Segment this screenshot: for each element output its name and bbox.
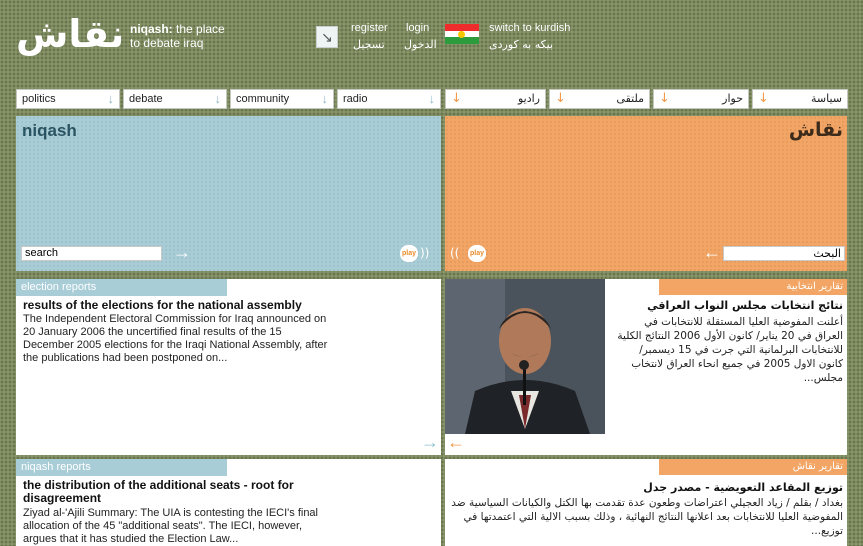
login-link-ar[interactable]: الدخول xyxy=(404,38,437,51)
switch-language-link[interactable]: switch to kurdish xyxy=(489,22,570,35)
nav-radio[interactable]: radio ↓ xyxy=(337,89,441,109)
article-summary-ar: أعلنت المفوضية العليا المستقلة للانتخابا… xyxy=(617,316,843,384)
tagline-brand: niqash: xyxy=(130,22,173,36)
arrow-down-icon: ↓ xyxy=(451,91,462,106)
tagline: niqash: the place to debate iraq xyxy=(130,22,225,50)
switch-language-link-ku[interactable]: بيكه به كوردى xyxy=(489,38,553,51)
nav-label: حوار xyxy=(722,92,743,105)
hero-panel-en: niqash search → play )) xyxy=(16,116,441,271)
nav-politics-ar[interactable]: سياسة ↓ xyxy=(752,89,848,109)
arrow-down-icon: ↓ xyxy=(428,91,436,106)
nav-debate[interactable]: debate ↓ xyxy=(123,89,227,109)
article-election-en: election reports results of the election… xyxy=(16,279,441,455)
article-summary: Ziyad al-'Ajili Summary: The UIA is cont… xyxy=(23,507,318,545)
nav-community[interactable]: community ↓ xyxy=(230,89,334,109)
article-election-ar: تقارير انتخابية نتائج انتخابات مجلس النو… xyxy=(445,279,847,455)
article-niqash-en: niqash reports the distribution of the a… xyxy=(16,459,441,546)
section-label-ar[interactable]: تقارير نقاش xyxy=(659,459,847,475)
speaker-photo xyxy=(445,279,605,434)
search-input-ar[interactable]: البحث xyxy=(723,246,845,261)
hero-panel-ar: نقاش (( play ← البحث xyxy=(445,116,847,271)
nav-label: ملتقى xyxy=(616,92,644,105)
arrow-down-icon: ↓ xyxy=(214,91,222,106)
main-nav: politics ↓ debate ↓ community ↓ radio ↓ رادي… xyxy=(16,89,848,109)
article-summary-ar: بغداد / بقلم / زياد العجيلي اعتراضات وطع… xyxy=(451,497,843,537)
nav-debate-ar[interactable]: حوار ↓ xyxy=(653,89,749,109)
nav-label: community xyxy=(236,93,290,105)
article-title-ar[interactable]: توزيع المقاعد التعويضية - مصدر جدل xyxy=(453,481,843,495)
play-button[interactable]: play xyxy=(400,245,418,262)
search-go-arrow-icon[interactable]: ← xyxy=(703,242,721,262)
arrow-down-icon: ↓ xyxy=(107,91,115,106)
login-link[interactable]: login xyxy=(406,22,429,35)
nav-label: debate xyxy=(129,93,163,105)
nav-label: راديو xyxy=(517,92,540,105)
nav-radio-ar[interactable]: راديو ↓ xyxy=(445,89,546,109)
kurdistan-flag-icon[interactable] xyxy=(445,24,479,44)
arrow-down-right-icon[interactable]: ↘ xyxy=(316,26,338,48)
arrow-down-icon: ↓ xyxy=(659,91,670,106)
article-title[interactable]: the distribution of the additional seats… xyxy=(23,479,335,505)
arrow-down-icon: ↓ xyxy=(555,91,566,106)
nav-label: politics xyxy=(22,93,56,105)
register-link[interactable]: register xyxy=(351,22,388,35)
section-label[interactable]: election reports xyxy=(16,279,227,296)
section-label[interactable]: niqash reports xyxy=(16,459,227,476)
register-link-ar[interactable]: تسجيل xyxy=(353,38,385,51)
tagline-rest: the place xyxy=(172,22,225,36)
hero-title: niqash xyxy=(22,121,77,140)
hero-title-ar: نقاش xyxy=(788,119,843,141)
nav-label: radio xyxy=(343,93,368,105)
play-button-ar[interactable]: play xyxy=(468,245,486,262)
read-more-arrow-icon[interactable]: → xyxy=(421,432,439,452)
section-label-ar[interactable]: تقارير انتخابية xyxy=(659,279,847,295)
arrow-down-icon: ↓ xyxy=(321,91,329,106)
article-niqash-ar: تقارير نقاش توزيع المقاعد التعويضية - مص… xyxy=(445,459,847,546)
sound-waves-icon: (( xyxy=(450,246,460,260)
article-title-ar[interactable]: نتائج انتخابات مجلس النواب العراقي xyxy=(613,299,843,313)
search-input[interactable]: search xyxy=(21,246,162,261)
logo[interactable]: نقاش xyxy=(16,14,124,54)
nav-label: سياسة xyxy=(810,92,842,105)
sound-waves-icon: )) xyxy=(420,246,430,260)
article-summary: The Independent Electoral Commission for… xyxy=(23,313,328,364)
read-more-arrow-icon[interactable]: ← xyxy=(447,432,465,452)
nav-forum-ar[interactable]: ملتقى ↓ xyxy=(549,89,650,109)
arrow-down-icon: ↓ xyxy=(758,91,769,106)
article-photo xyxy=(445,279,605,434)
article-title[interactable]: results of the elections for the nationa… xyxy=(23,299,335,312)
search-go-arrow-icon[interactable]: → xyxy=(173,242,191,262)
nav-politics[interactable]: politics ↓ xyxy=(16,89,120,109)
tagline-line2: to debate iraq xyxy=(130,36,204,50)
